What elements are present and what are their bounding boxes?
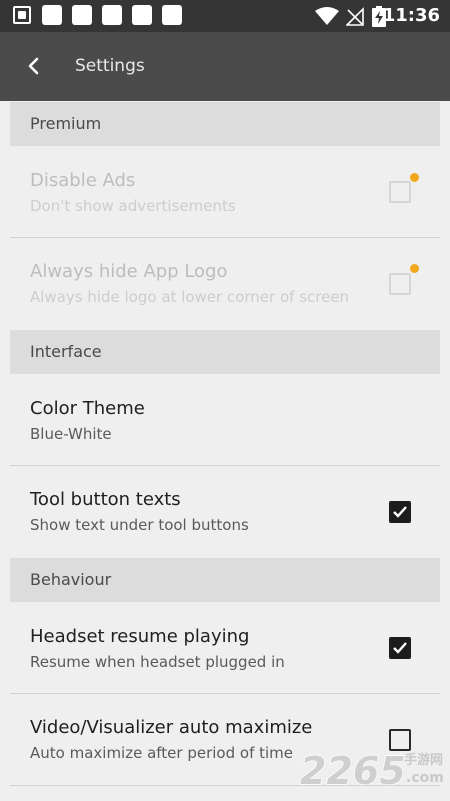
setting-subtitle: Show text under tool buttons [30, 516, 249, 534]
screenshot-notification-icon [13, 6, 31, 24]
disable-ads-checkbox[interactable] [389, 181, 411, 203]
hide-logo-checkbox[interactable] [389, 273, 411, 295]
notification-icon [42, 5, 62, 25]
site-watermark-logo: 2265 手游网 .com [299, 748, 444, 794]
premium-indicator-dot [410, 264, 419, 273]
setting-title: Headset resume playing [30, 626, 250, 647]
checkmark-icon [393, 642, 407, 654]
back-button[interactable] [20, 52, 48, 80]
chevron-left-icon [28, 57, 39, 75]
setting-tool-button-texts[interactable]: Tool button texts Show text under tool b… [10, 466, 440, 557]
section-title: Interface [30, 342, 102, 361]
premium-indicator-dot [410, 173, 419, 182]
app-toolbar: Settings [0, 32, 450, 101]
setting-title: Always hide App Logo [30, 261, 228, 282]
setting-headset-resume[interactable]: Headset resume playing Resume when heads… [10, 602, 440, 693]
section-title: Behaviour [30, 570, 112, 589]
setting-subtitle: Auto maximize after period of time [30, 744, 294, 762]
notification-icon [162, 5, 182, 25]
setting-title: Disable Ads [30, 170, 136, 191]
section-header-behaviour: Behaviour [10, 558, 440, 602]
setting-subtitle: Don't show advertisements [30, 197, 236, 215]
setting-subtitle: Always hide logo at lower corner of scre… [30, 288, 350, 306]
checkmark-icon [393, 506, 407, 518]
tool-button-texts-checkbox[interactable] [389, 501, 411, 523]
section-header-interface: Interface [10, 330, 440, 374]
wifi-icon [315, 7, 339, 25]
headset-resume-checkbox[interactable] [389, 637, 411, 659]
notification-icon [72, 5, 92, 25]
setting-subtitle: Resume when headset plugged in [30, 653, 285, 671]
status-bar: 11:36 [0, 0, 450, 32]
setting-title: Color Theme [30, 398, 145, 419]
no-signal-icon [346, 7, 364, 26]
setting-disable-ads[interactable]: Disable Ads Don't show advertisements [10, 146, 440, 237]
notification-icon [132, 5, 152, 25]
notification-icon [102, 5, 122, 25]
page-title: Settings [75, 56, 145, 76]
section-header-premium: Premium [10, 102, 440, 146]
watermark-number: 2265 [300, 749, 406, 793]
setting-title: Video/Visualizer auto maximize [30, 717, 313, 738]
setting-subtitle: Blue-White [30, 425, 112, 443]
watermark-domain: .com [406, 770, 444, 786]
clock: 11:36 [382, 5, 440, 26]
setting-title: Tool button texts [30, 489, 181, 510]
setting-color-theme[interactable]: Color Theme Blue-White [10, 374, 440, 465]
section-title: Premium [30, 114, 102, 133]
setting-hide-app-logo[interactable]: Always hide App Logo Always hide logo at… [10, 238, 440, 329]
watermark-chinese: 手游网 [404, 752, 443, 768]
